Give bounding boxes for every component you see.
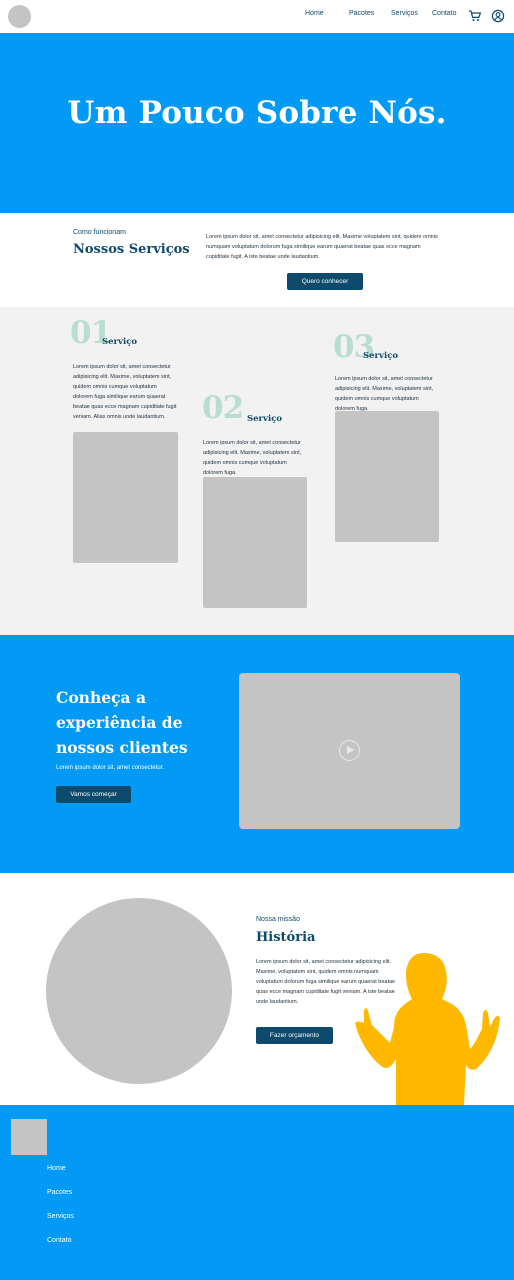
history-heading: História: [256, 930, 316, 945]
footer-logo[interactable]: [11, 1119, 47, 1155]
footer: Home Pacotes Serviços Contato: [0, 1105, 514, 1280]
quero-conhecer-button[interactable]: Quero conhecer: [287, 273, 363, 290]
service-title: Serviço: [363, 351, 399, 361]
experience-section: Conheça a experiência de nossos clientes…: [0, 635, 514, 873]
nav-servicos-link[interactable]: Serviços: [391, 10, 418, 17]
services-grid-section: 01 Serviço Lorem ipsum dolor sit, amet c…: [0, 307, 514, 635]
top-navbar: Home Pacotes Serviços Contato: [0, 0, 514, 33]
service-title: Serviço: [247, 414, 283, 424]
video-player[interactable]: [239, 673, 460, 829]
experience-heading: Conheça a experiência de nossos clientes: [56, 688, 188, 757]
service-image: [73, 432, 178, 563]
nav-links: Home Pacotes Serviços Contato: [0, 10, 514, 24]
services-heading: Nossos Serviços: [73, 242, 190, 257]
history-eyebrow: Nossa missão: [256, 916, 300, 923]
experience-subtext: Lorem ipsum dolor sit, amet consectetur.: [56, 765, 165, 771]
nav-contato-link[interactable]: Contato: [432, 10, 457, 17]
footer-contato-link[interactable]: Contato: [47, 1237, 72, 1244]
service-image: [335, 411, 439, 542]
fazer-orcamento-button[interactable]: Fazer orçamento: [256, 1027, 333, 1044]
service-image: [203, 477, 307, 608]
footer-home-link[interactable]: Home: [47, 1165, 66, 1172]
footer-pacotes-link[interactable]: Pacotes: [47, 1189, 72, 1196]
service-number: 02: [202, 390, 244, 426]
nav-pacotes-link[interactable]: Pacotes: [349, 10, 374, 17]
service-title: Serviço: [102, 337, 138, 347]
service-text: Lorem ipsum dolor sit, amet consectetur …: [203, 440, 302, 476]
service-text: Lorem ipsum dolor sit, amet consectetur …: [73, 364, 177, 420]
footer-servicos-link[interactable]: Serviços: [47, 1213, 74, 1220]
services-intro-section: Como funcionam Nossos Serviços Lorem ips…: [0, 213, 514, 307]
play-icon[interactable]: [339, 740, 360, 761]
service-text: Lorem ipsum dolor sit, amet consectetur …: [335, 376, 434, 412]
woman-silhouette-illustration: [355, 953, 500, 1105]
nav-home-link[interactable]: Home: [305, 10, 324, 17]
history-section: Nossa missão História Lorem ipsum dolor …: [0, 873, 514, 1105]
cart-icon[interactable]: [468, 9, 482, 23]
services-description: Lorem ipsum dolor sit, amet consectetur …: [206, 234, 438, 260]
hero-title: Um Pouco Sobre Nós.: [67, 95, 447, 131]
user-icon[interactable]: [491, 9, 505, 23]
vamos-comecar-button[interactable]: Vamos começar: [56, 786, 131, 803]
services-eyebrow: Como funcionam: [73, 229, 126, 236]
hero-section: Um Pouco Sobre Nós.: [0, 33, 514, 213]
history-image: [46, 898, 232, 1084]
